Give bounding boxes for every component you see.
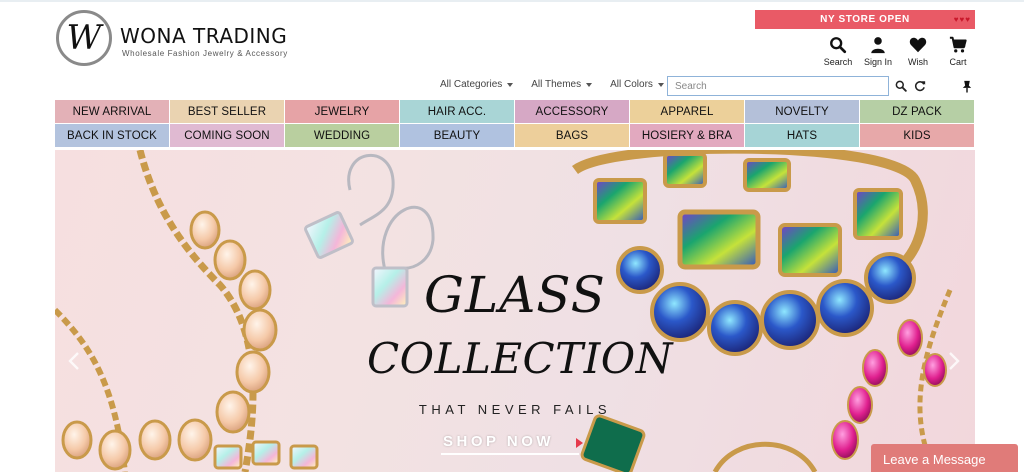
category-jewelry[interactable]: JEWELRY — [285, 100, 400, 123]
hero-banner[interactable]: GLASS COLLECTION THAT NEVER FAILS SHOP N… — [55, 150, 975, 472]
filter-bar: All Categories All Themes All Colors — [440, 79, 682, 90]
logo-emblem: W — [56, 10, 112, 66]
category-kids[interactable]: KIDS — [860, 124, 975, 147]
search-submit-icon[interactable] — [895, 80, 907, 92]
search-input[interactable] — [667, 76, 889, 96]
hero-title-line2: COLLECTION — [367, 334, 673, 383]
brand-name: WONA TRADING — [120, 24, 288, 48]
category-apparel[interactable]: APPAREL — [630, 100, 745, 123]
category-back-in-stock[interactable]: BACK IN STOCK — [55, 124, 170, 147]
category-new-arrival[interactable]: NEW ARRIVAL — [55, 100, 170, 123]
category-wedding[interactable]: WEDDING — [285, 124, 400, 147]
cart-action-label: Cart — [949, 57, 967, 67]
pin-icon[interactable] — [961, 80, 973, 93]
logo-letter: W — [66, 18, 102, 58]
hearts-decoration-icon: ♥♥♥ — [953, 15, 971, 24]
category-hair-acc[interactable]: HAIR ACC. — [400, 100, 515, 123]
chevron-down-icon — [507, 82, 514, 87]
category-novelty[interactable]: NOVELTY — [745, 100, 860, 123]
search-action-label: Search — [823, 57, 853, 67]
carousel-next-icon[interactable] — [947, 350, 961, 372]
wish-action[interactable]: Wish — [898, 36, 938, 67]
cart-icon — [949, 36, 967, 53]
brand-tagline: Wholesale Fashion Jewelry & Accessory — [122, 49, 288, 58]
wish-action-label: Wish — [908, 57, 928, 67]
hero-title-line1: GLASS — [424, 266, 606, 324]
header-actions: Search Sign In Wish Cart — [818, 36, 978, 67]
all-colors-dropdown[interactable]: All Colors — [610, 79, 664, 90]
category-hosiery-bra[interactable]: HOSIERY & BRA — [630, 124, 745, 147]
cart-action[interactable]: Cart — [938, 36, 978, 67]
logo-wordmark: WONA TRADING Wholesale Fashion Jewelry &… — [120, 24, 288, 58]
category-best-seller[interactable]: BEST SELLER — [170, 100, 285, 123]
category-bags[interactable]: BAGS — [515, 124, 630, 147]
store-banner-text: NY STORE OPEN — [820, 14, 910, 25]
leave-message-button[interactable]: Leave a Message — [871, 444, 1018, 472]
top-border — [0, 0, 1024, 2]
refresh-icon[interactable] — [914, 80, 926, 92]
carousel-prev-icon[interactable] — [67, 350, 81, 372]
sign-in-action[interactable]: Sign In — [858, 36, 898, 67]
store-open-banner[interactable]: NY STORE OPEN ♥♥♥ — [755, 10, 975, 29]
shop-now-underline — [441, 453, 579, 455]
search-action[interactable]: Search — [818, 36, 858, 67]
chevron-down-icon — [657, 82, 664, 87]
user-icon — [871, 37, 885, 54]
category-hats[interactable]: HATS — [745, 124, 860, 147]
all-colors-label: All Colors — [610, 79, 653, 90]
all-themes-label: All Themes — [531, 79, 582, 90]
category-beauty[interactable]: BEAUTY — [400, 124, 515, 147]
heart-icon — [909, 37, 927, 53]
all-themes-dropdown[interactable]: All Themes — [531, 79, 593, 90]
category-accessory[interactable]: ACCESSORY — [515, 100, 630, 123]
category-menu: NEW ARRIVAL BEST SELLER JEWELRY HAIR ACC. AC… — [55, 100, 975, 147]
all-categories-label: All Categories — [440, 79, 503, 90]
hero-tagline: THAT NEVER FAILS — [418, 402, 612, 417]
chevron-down-icon — [586, 82, 593, 87]
shop-now-arrow-icon — [576, 438, 583, 448]
shop-now-button[interactable]: SHOP NOW — [443, 433, 554, 450]
sign-in-action-label: Sign In — [863, 57, 893, 67]
category-coming-soon[interactable]: COMING SOON — [170, 124, 285, 147]
brand-logo[interactable]: W WONA TRADING Wholesale Fashion Jewelry… — [56, 10, 288, 66]
category-dz-pack[interactable]: DZ PACK — [860, 100, 975, 123]
all-categories-dropdown[interactable]: All Categories — [440, 79, 514, 90]
search-icon — [830, 37, 847, 54]
